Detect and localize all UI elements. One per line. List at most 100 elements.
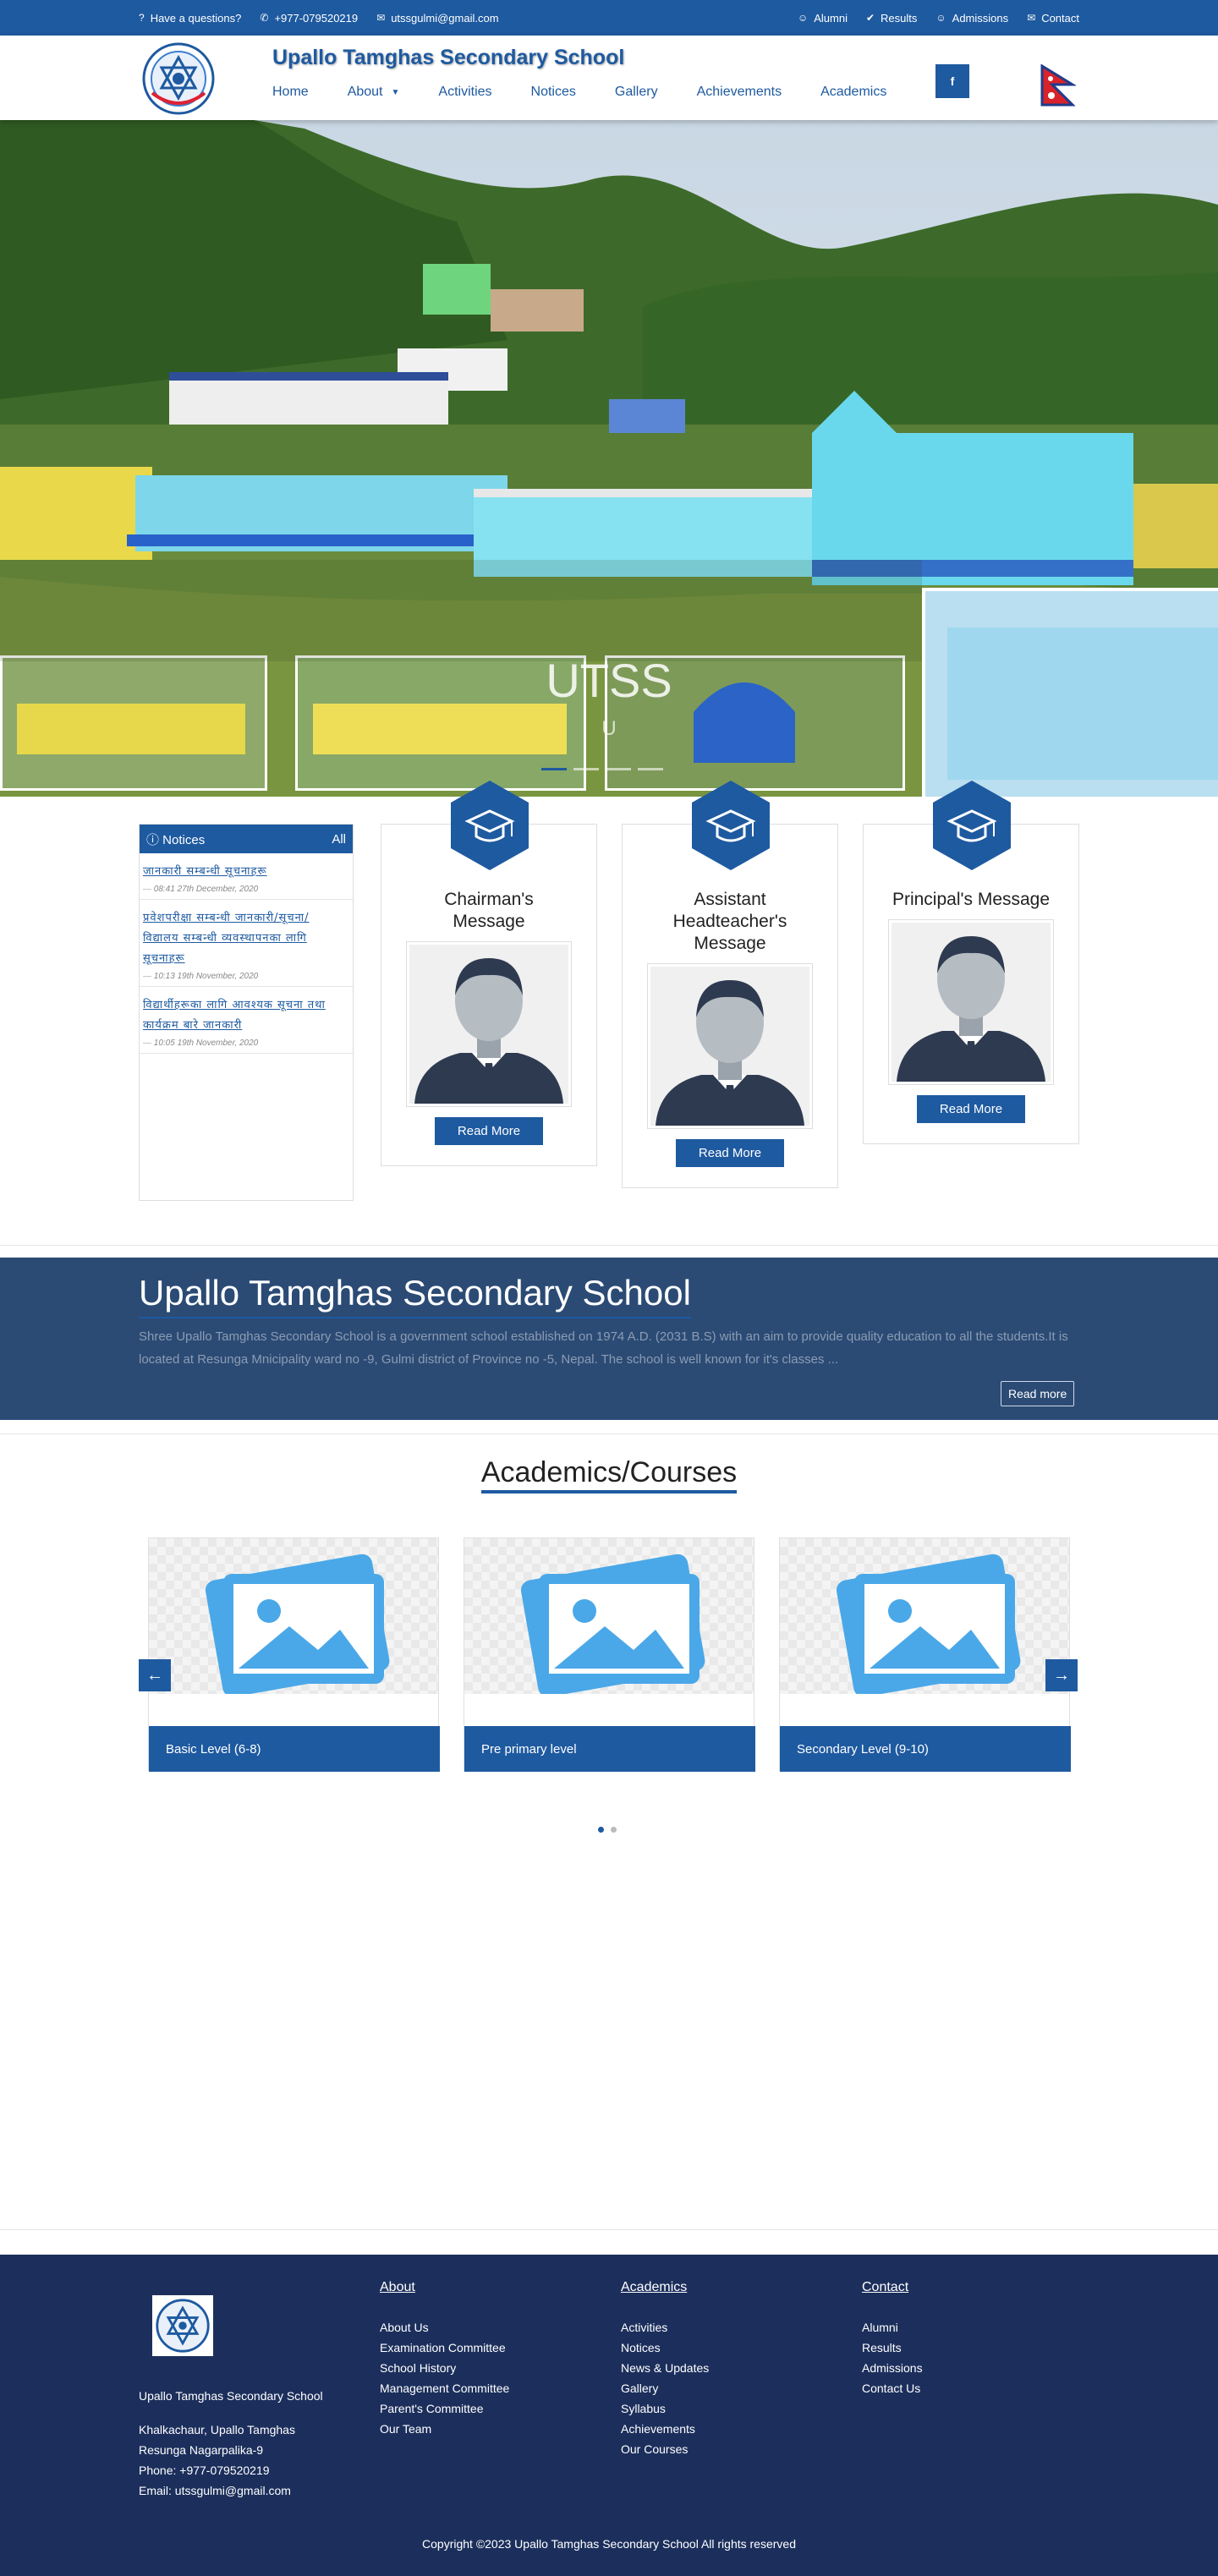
course-card[interactable]: Secondary Level (9-10): [779, 1537, 1071, 1772]
footer-link[interactable]: Contact Us: [862, 2378, 923, 2398]
notice-title[interactable]: प्रवेशपरीक्षा सम्बन्धी जानकारी/सूचना/ वि…: [143, 908, 349, 969]
notices-all-link[interactable]: All: [332, 832, 346, 847]
phone-item[interactable]: ✆ +977-079520219: [260, 12, 358, 25]
about-read-more-button[interactable]: Read more: [1001, 1381, 1075, 1406]
notice-date: 10:13 19th November, 2020: [143, 972, 349, 981]
footer-link[interactable]: About Us: [380, 2317, 509, 2338]
message-title: Assistant Headteacher's Message: [672, 890, 787, 953]
avatar: [647, 963, 813, 1129]
notice-item[interactable]: जानकारी सम्बन्धी सूचनाहरू 08:41 27th Dec…: [140, 853, 353, 900]
nav-about[interactable]: About ▼: [348, 85, 400, 100]
academics-section: Academics/Courses Basic Level (6-8) Pre …: [0, 1450, 1218, 2253]
footer-link[interactable]: Results: [862, 2338, 923, 2358]
course-image: [149, 1538, 438, 1694]
admissions-label: Admissions: [952, 11, 1009, 25]
footer-address-line-1: Khalkachaur, Upallo Tamghas: [139, 2423, 295, 2436]
footer-link[interactable]: School History: [380, 2358, 509, 2378]
footer-link[interactable]: Management Committee: [380, 2378, 509, 2398]
footer-link[interactable]: Gallery: [621, 2378, 709, 2398]
notice-date: 08:41 27th December, 2020: [143, 885, 349, 894]
carousel-prev-button[interactable]: ←: [139, 1659, 171, 1691]
footer-link[interactable]: Our Courses: [621, 2439, 709, 2459]
results-link[interactable]: ✔ Results: [866, 12, 917, 25]
image-placeholder-icon: [836, 1554, 1021, 1694]
question-icon: ?: [139, 12, 145, 24]
about-section: Upallo Tamghas Secondary School Shree Up…: [0, 1258, 1218, 1420]
chairman-message-card: Chairman's Message Read More: [381, 781, 597, 1166]
footer-link[interactable]: Syllabus: [621, 2398, 709, 2419]
alumni-label: Alumni: [814, 11, 848, 25]
carousel-dot-2[interactable]: [611, 1827, 617, 1833]
footer: Upallo Tamghas Secondary School Khalkach…: [0, 2255, 1218, 2576]
nav-home[interactable]: Home: [272, 85, 309, 100]
footer-email[interactable]: Email: utssgulmi@gmail.com: [139, 2480, 359, 2501]
arrow-right-icon: →: [1053, 1665, 1070, 1685]
graduation-cap-icon: [933, 781, 1011, 870]
course-image: [464, 1538, 754, 1694]
footer-link[interactable]: Alumni: [862, 2317, 923, 2338]
hero-indicator-4[interactable]: [638, 768, 663, 770]
footer-academics-heading: Academics: [621, 2280, 688, 2294]
carousel-next-button[interactable]: →: [1045, 1659, 1078, 1691]
facebook-button[interactable]: f: [935, 64, 969, 98]
course-label: Basic Level (6-8): [149, 1726, 440, 1772]
course-card[interactable]: Pre primary level: [464, 1537, 755, 1772]
divider: [0, 1433, 1218, 1434]
nav-academics[interactable]: Academics: [820, 85, 886, 100]
question-item: ? Have a questions?: [139, 12, 241, 25]
footer-logo[interactable]: [152, 2295, 213, 2356]
hero-slider[interactable]: UTSS U: [0, 120, 1218, 797]
footer-about-heading: About: [380, 2280, 415, 2294]
notice-title[interactable]: जानकारी सम्बन्धी सूचनाहरू: [143, 862, 349, 882]
nav-about-label: About: [347, 85, 383, 99]
notice-item[interactable]: विद्यार्थीहरूका लागि आवश्यक सूचना तथा का…: [140, 987, 353, 1054]
assistant-headteacher-message-card: Assistant Headteacher's Message Read Mor…: [622, 781, 838, 1188]
admissions-link[interactable]: ☺ Admissions: [935, 12, 1008, 25]
carousel-indicators: [598, 1827, 617, 1833]
nav-gallery[interactable]: Gallery: [615, 85, 658, 100]
hero-indicator-2[interactable]: [573, 768, 599, 770]
footer-contact-column: Contact Alumni Results Admissions Contac…: [862, 2280, 923, 2398]
school-logo[interactable]: [142, 42, 215, 115]
footer-link[interactable]: News & Updates: [621, 2358, 709, 2378]
notice-date: 10:05 19th November, 2020: [143, 1039, 349, 1048]
nav-notices[interactable]: Notices: [531, 85, 576, 100]
principal-message-card: Principal's Message Read More: [863, 781, 1079, 1144]
about-title: Upallo Tamghas Secondary School: [139, 1273, 691, 1318]
academics-title: Academics/Courses: [0, 1456, 1218, 1494]
footer-link[interactable]: Admissions: [862, 2358, 923, 2378]
contact-link[interactable]: ✉ Contact: [1027, 12, 1079, 25]
info-icon: ⓘ: [146, 832, 163, 847]
image-placeholder-icon: [205, 1554, 390, 1694]
carousel-dot-1[interactable]: [598, 1827, 604, 1833]
nav-gallery-label: Gallery: [614, 85, 658, 99]
chevron-down-icon: ▼: [391, 87, 400, 97]
about-text: Shree Upallo Tamghas Secondary School is…: [139, 1329, 1068, 1367]
footer-link[interactable]: Achievements: [621, 2419, 709, 2439]
footer-link[interactable]: Activities: [621, 2317, 709, 2338]
footer-link[interactable]: Parent's Committee: [380, 2398, 509, 2419]
footer-contact-heading: Contact: [862, 2280, 909, 2294]
nav-achievements[interactable]: Achievements: [697, 85, 782, 100]
alumni-link[interactable]: ☺ Alumni: [798, 12, 848, 25]
nav-activities[interactable]: Activities: [438, 85, 491, 100]
school-name[interactable]: Upallo Tamghas Secondary School: [272, 46, 624, 70]
footer-link[interactable]: Notices: [621, 2338, 709, 2358]
notice-title[interactable]: विद्यार्थीहरूका लागि आवश्यक सूचना तथा का…: [143, 995, 349, 1036]
read-more-button[interactable]: Read More: [917, 1095, 1025, 1123]
hero-indicator-3[interactable]: [606, 768, 631, 770]
notice-item[interactable]: प्रवेशपरीक्षा सम्बन्धी जानकारी/सूचना/ वि…: [140, 900, 353, 987]
course-card[interactable]: Basic Level (6-8): [148, 1537, 440, 1772]
footer-link[interactable]: Examination Committee: [380, 2338, 509, 2358]
read-more-button[interactable]: Read More: [435, 1117, 543, 1145]
contact-label: Contact: [1041, 11, 1079, 25]
nav-activities-label: Activities: [438, 85, 492, 99]
footer-link[interactable]: Our Team: [380, 2419, 509, 2439]
graduation-cap-icon: [451, 781, 529, 870]
facebook-icon: f: [950, 74, 955, 88]
user-icon: ☺: [797, 12, 809, 24]
hero-indicator-1[interactable]: [541, 768, 567, 770]
email-item[interactable]: ✉ utssgulmi@gmail.com: [376, 12, 498, 25]
read-more-button[interactable]: Read More: [676, 1139, 784, 1167]
footer-phone[interactable]: Phone: +977-079520219: [139, 2460, 359, 2480]
